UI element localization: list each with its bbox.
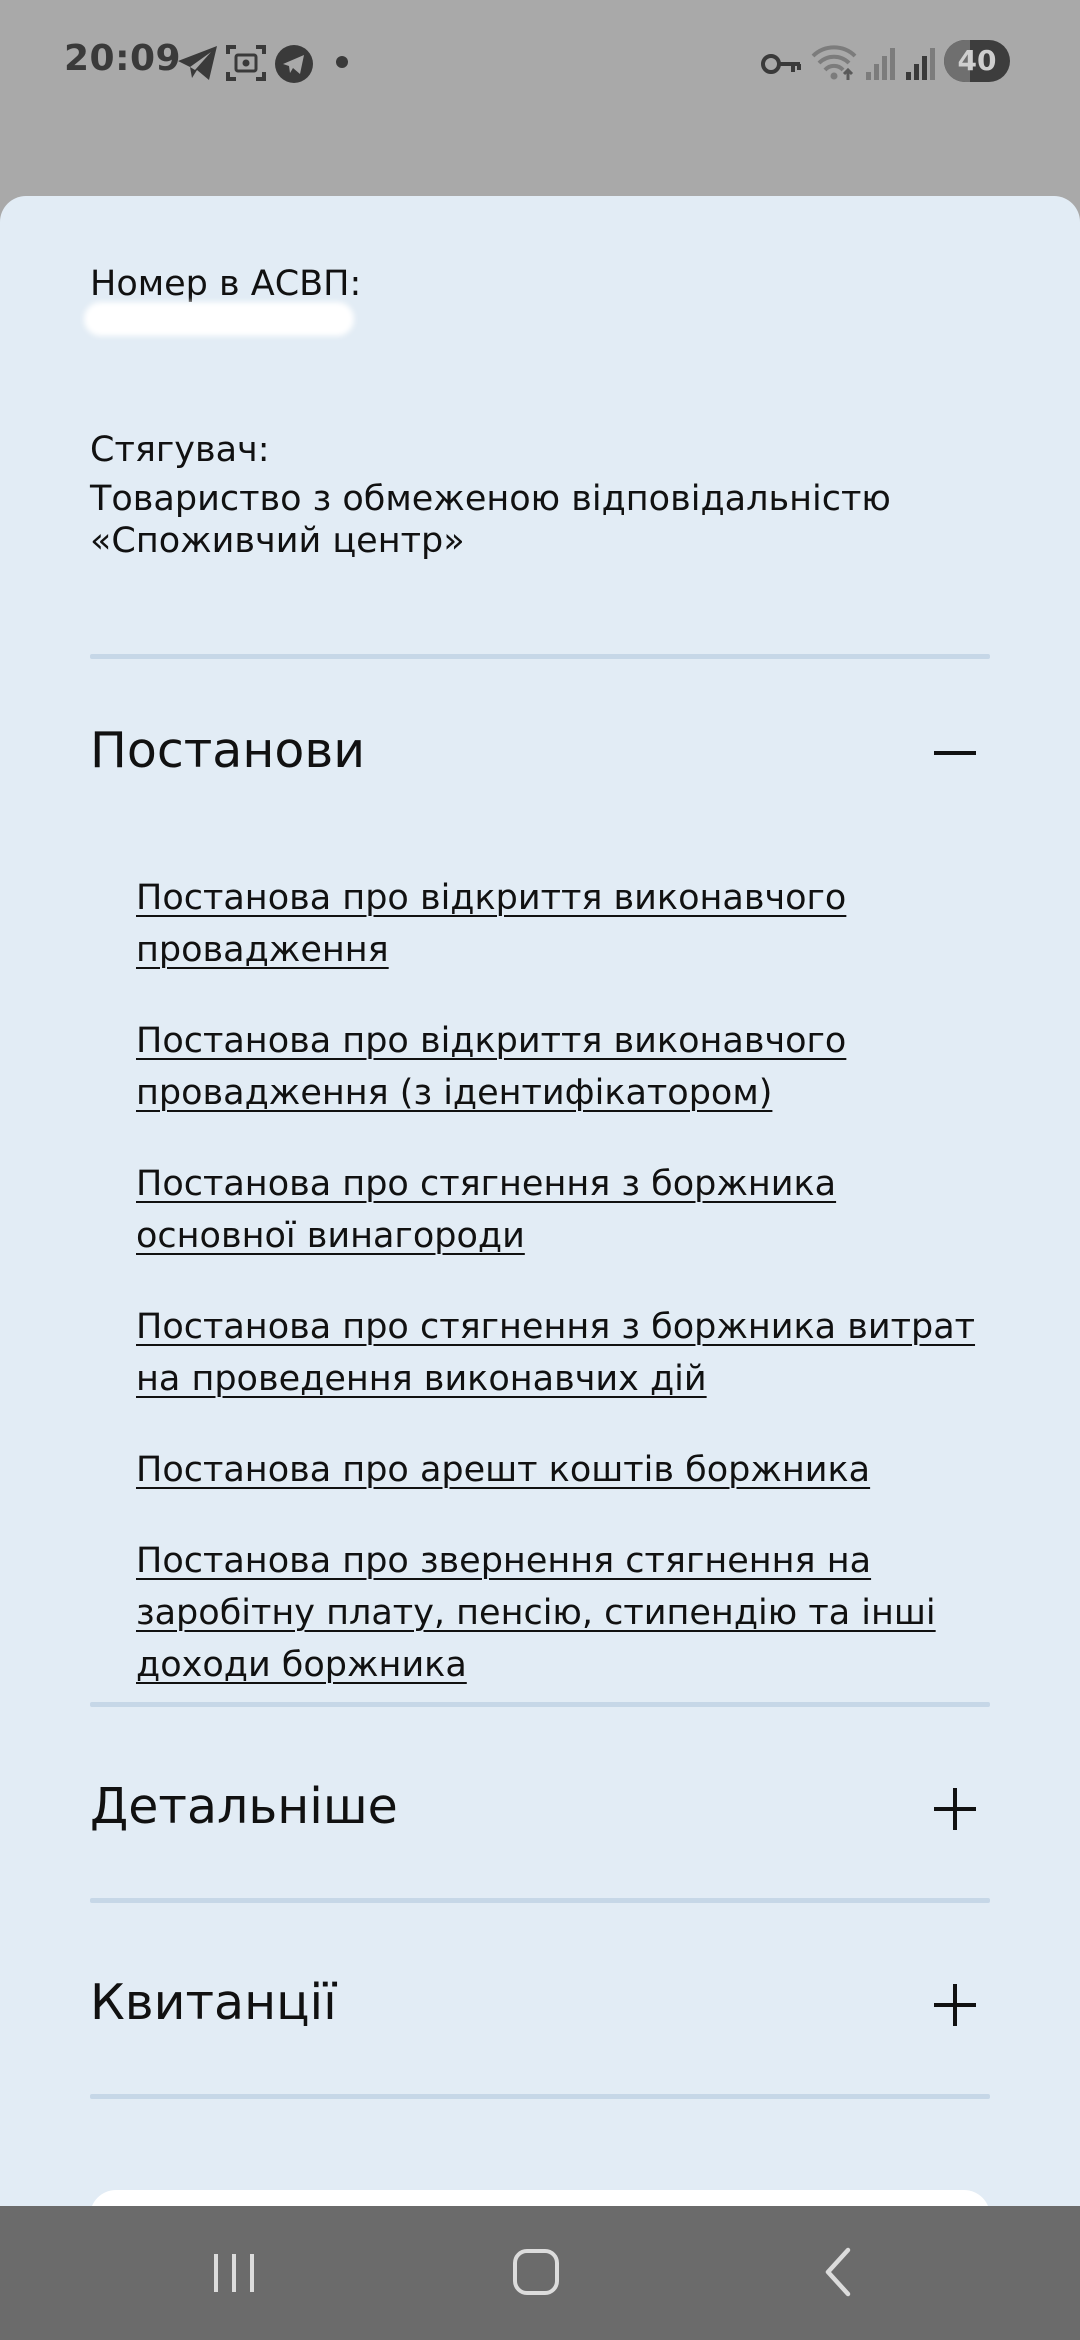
section-more-header[interactable]: Детальніше <box>0 1752 1080 1862</box>
resolution-link-2[interactable]: Постанова про відкриття виконавчого пров… <box>136 1015 1006 1119</box>
status-time: 20:09 <box>64 38 182 79</box>
wifi-icon <box>811 45 857 80</box>
resolution-link-6[interactable]: Постанова про звернення стягнення на зар… <box>136 1535 1006 1691</box>
back-icon[interactable] <box>800 2242 880 2302</box>
resolution-link-5[interactable]: Постанова про арешт коштів боржника <box>136 1444 1006 1496</box>
recent-apps-icon[interactable] <box>194 2242 274 2302</box>
divider <box>90 2094 990 2099</box>
asvp-label: Номер в АСВП: <box>90 264 362 304</box>
resolution-link-1[interactable]: Постанова про відкриття виконавчого пров… <box>136 872 1006 976</box>
asvp-number-redacted <box>84 302 354 336</box>
collector-label: Стягувач: <box>90 430 270 470</box>
telegram-icon <box>178 46 217 80</box>
divider <box>90 1898 990 1903</box>
next-card <box>90 2190 990 2206</box>
vpn-key-icon <box>761 54 801 74</box>
section-receipts-header[interactable]: Квитанції <box>0 1948 1080 2058</box>
section-receipts-title: Квитанції <box>90 1974 337 2031</box>
notification-dot-icon <box>336 56 348 68</box>
telegram-circle-icon <box>275 45 313 83</box>
plus-icon <box>934 1788 976 1830</box>
resolution-link-4[interactable]: Постанова про стягнення з боржника витра… <box>136 1301 1006 1405</box>
home-icon[interactable] <box>496 2242 576 2302</box>
signal-icon <box>866 48 895 80</box>
divider <box>90 1702 990 1707</box>
section-more-title: Детальніше <box>90 1778 398 1835</box>
battery-text: 40 <box>957 44 997 77</box>
screenshot-icon <box>226 45 266 81</box>
case-details-sheet: Номер в АСВП: Стягувач: Товариство з обм… <box>0 196 1080 2206</box>
divider <box>90 654 990 659</box>
system-nav-bar <box>0 2206 1080 2340</box>
section-resolutions-title: Постанови <box>90 722 366 779</box>
status-bar: 20:09 40 <box>0 0 1080 124</box>
resolution-link-3[interactable]: Постанова про стягнення з боржника основ… <box>136 1158 1006 1262</box>
collector-value: Товариство з обмеженою відповідальністю … <box>90 479 891 561</box>
signal-icon-2 <box>906 48 935 80</box>
battery-icon: 40 <box>944 40 1010 82</box>
minus-icon <box>934 751 976 755</box>
section-resolutions-header[interactable]: Постанови <box>0 696 1080 806</box>
plus-icon <box>934 1984 976 2026</box>
